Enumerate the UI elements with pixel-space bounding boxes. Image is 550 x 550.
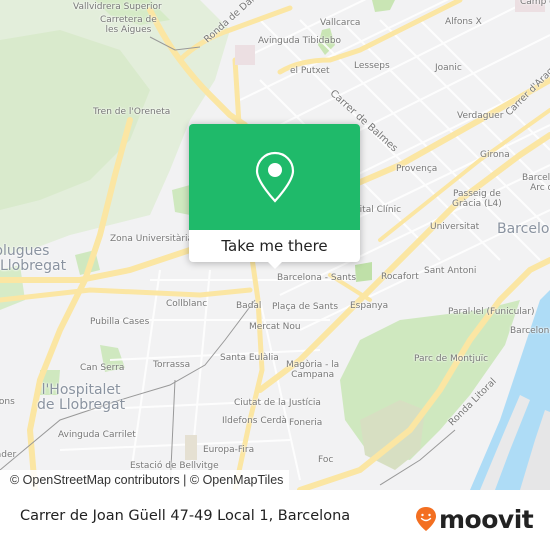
map-label-avinguda-tibidabo: Avinguda Tibidabo bbox=[258, 36, 342, 46]
map-view[interactable]: Vallvidrera Superior Carretera de les Ai… bbox=[0, 0, 550, 490]
park-north bbox=[372, 0, 395, 12]
map-label-paralel: Paral·lel (Funicular) bbox=[448, 307, 535, 317]
map-label-vallcarca: Vallcarca bbox=[320, 18, 361, 28]
map-label-el-putxet: el Putxet bbox=[290, 66, 330, 76]
map-label-carretera-aigues: Carretera de les Aigues bbox=[100, 15, 157, 36]
map-label-parc-montjuic: Parc de Montjuïc bbox=[414, 354, 489, 364]
map-label-hospitalet: l'Hospitalet de Llobregat bbox=[37, 382, 126, 413]
map-label-girona: Girona bbox=[480, 150, 510, 160]
popup-pointer bbox=[266, 260, 284, 269]
map-label-universitat: Universitat bbox=[430, 222, 480, 232]
map-label-espanya: Espanya bbox=[350, 301, 389, 311]
map-label-sader: Sader bbox=[0, 450, 17, 460]
map-label-ciutat-justicia: Ciutat de la Justícia bbox=[234, 398, 321, 408]
map-label-ildefons-cerda: Ildefons Cerdà bbox=[222, 416, 287, 426]
map-label-barcelona-sants: Barcelona - Sants bbox=[277, 273, 357, 283]
park-sants bbox=[355, 262, 372, 282]
park-zona-uni bbox=[172, 185, 190, 215]
moovit-logo[interactable]: moovit bbox=[415, 502, 534, 536]
map-label-foc: Foc bbox=[318, 455, 334, 465]
map-label-joanic: Joanic bbox=[435, 63, 462, 73]
map-label-mercat-nou: Mercat Nou bbox=[249, 322, 301, 332]
map-attribution[interactable]: © OpenStreetMap contributors | © OpenMap… bbox=[0, 470, 290, 490]
take-me-there-button[interactable]: Take me there bbox=[189, 230, 360, 262]
map-label-zona-universitaria: Zona Universitària bbox=[110, 234, 194, 244]
destination-address: Carrer de Joan Güell 47-49 Local 1, Barc… bbox=[20, 508, 351, 524]
footer: Carrer de Joan Güell 47-49 Local 1, Barc… bbox=[0, 490, 550, 550]
map-label-provenca: Provença bbox=[396, 164, 438, 174]
map-label-verdaguer: Verdaguer bbox=[457, 111, 504, 121]
map-label-sant-antoni: Sant Antoni bbox=[424, 266, 477, 276]
moovit-wordmark: moovit bbox=[439, 504, 534, 534]
map-label-fons: Fons bbox=[0, 397, 15, 407]
map-label-collblanc: Collblanc bbox=[166, 299, 208, 309]
map-label-lesseps: Lesseps bbox=[354, 61, 390, 71]
moovit-smiley-pin-icon bbox=[416, 507, 436, 531]
map-label-avinguda-carrilet: Avinguda Carrilet bbox=[58, 430, 136, 440]
map-label-rocafort: Rocafort bbox=[381, 272, 419, 282]
map-label-passeig-gracia: Passeig de Gràcia (L4) bbox=[452, 189, 502, 210]
map-label-pubilla-cases: Pubilla Cases bbox=[90, 317, 150, 327]
map-label-badal: Badal bbox=[236, 301, 262, 311]
map-label-foneria: Foneria bbox=[289, 418, 323, 428]
map-label-europa-fira: Europa-Fira bbox=[203, 445, 255, 455]
map-label-torrassa: Torrassa bbox=[153, 360, 191, 370]
map-label-santa-eulalia: Santa Eulàlia bbox=[220, 353, 279, 363]
destination-popup[interactable]: Take me there bbox=[189, 124, 360, 269]
map-label-placa-sants: Plaça de Sants bbox=[272, 302, 339, 312]
map-pin-icon bbox=[255, 151, 295, 203]
map-label-camp: Camp d bbox=[520, 0, 550, 7]
map-label-barceloneta: Barceloneta bbox=[510, 326, 550, 336]
map-label-can-serra: Can Serra bbox=[80, 363, 125, 373]
map-label-vallvidrera-superior: Vallvidrera Superior bbox=[73, 2, 162, 12]
map-label-barcelona: Barcelona bbox=[497, 221, 550, 237]
popup-header[interactable] bbox=[189, 124, 360, 230]
map-label-tren-oreneta: Tren de l'Oreneta bbox=[93, 107, 171, 117]
map-label-magoria: Magòria - la Campana bbox=[286, 360, 340, 381]
map-label-esplugues: Esplugues de Llobregat bbox=[0, 243, 67, 274]
map-label-barcelona-arc: Barcelona Arc de bbox=[522, 173, 550, 194]
map-label-alfons-x: Alfons X bbox=[445, 17, 482, 27]
